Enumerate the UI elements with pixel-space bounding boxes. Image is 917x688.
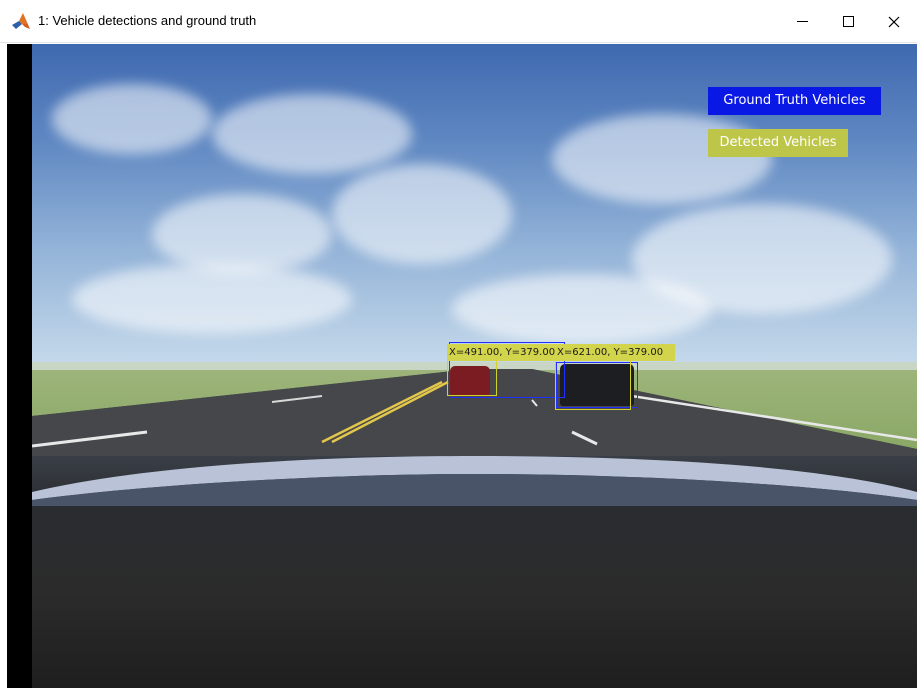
minimize-icon (796, 21, 808, 22)
maximize-icon (842, 16, 854, 27)
window-title-bar[interactable]: 1: Vehicle detections and ground truth (0, 0, 917, 43)
close-button[interactable] (871, 0, 917, 43)
close-icon (888, 16, 900, 27)
camera-frame: X=491.00, Y=379.00 X=621.00, Y=379.00 Gr… (32, 44, 917, 688)
maximize-button[interactable] (825, 0, 871, 43)
window-title: 1: Vehicle detections and ground truth (38, 13, 257, 28)
legend-detected: Detected Vehicles (708, 129, 848, 157)
legend-ground-truth: Ground Truth Vehicles (708, 87, 881, 115)
detection-label: X=491.00, Y=379.00 (447, 344, 557, 361)
figure-canvas: X=491.00, Y=379.00 X=621.00, Y=379.00 Gr… (7, 44, 917, 688)
detection-label: X=621.00, Y=379.00 (555, 344, 675, 361)
matlab-icon (12, 13, 30, 29)
minimize-button[interactable] (779, 0, 825, 43)
